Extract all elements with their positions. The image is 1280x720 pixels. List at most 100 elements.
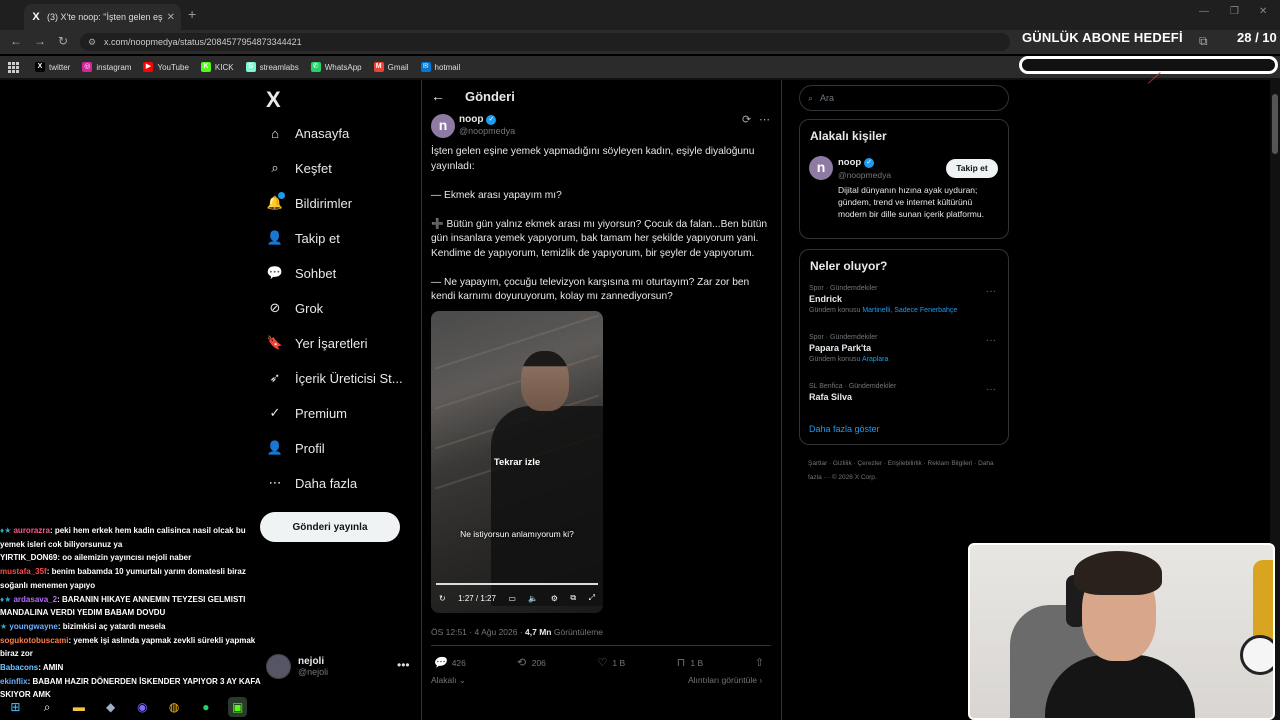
sidebar-item[interactable]: ⊘ Grok	[266, 299, 324, 317]
close-tab-icon[interactable]: ✕	[167, 12, 175, 23]
chrome-icon[interactable]: ◍	[165, 697, 184, 717]
person-handle[interactable]: @noopmedya	[838, 170, 891, 180]
minimize-icon[interactable]: —	[1199, 6, 1209, 17]
repost-button[interactable]: ⟲ 206	[518, 656, 546, 669]
sidebar-item[interactable]: ⋯ Daha fazla	[266, 474, 358, 492]
browser-tab[interactable]: X (3) X'te noop: "İşten gelen eşine ✕	[24, 4, 181, 30]
video-player[interactable]: Tekrar izle Ne istiyorsun anlamıyorum ki…	[431, 311, 603, 613]
reload-icon[interactable]: ↻	[58, 34, 68, 48]
bookmark-item[interactable]: ✉ hotmail	[420, 62, 460, 72]
share-button[interactable]: ⇧	[755, 656, 769, 669]
view-quotes-link[interactable]: Alıntıları görüntüle ›	[688, 675, 762, 685]
file-explorer-icon[interactable]: ▬	[70, 697, 89, 717]
post-paragraph: İşten gelen eşine yemek yapmadığını söyl…	[431, 146, 755, 172]
discord-icon[interactable]: ◉	[133, 697, 152, 717]
heart-icon: ♡	[597, 657, 608, 669]
sort-replies-dropdown[interactable]: Alakalı ⌄	[431, 675, 466, 686]
back-icon[interactable]: ←	[10, 34, 22, 48]
settings-icon[interactable]: ⚙	[551, 594, 558, 603]
bookmark-item[interactable]: Xtwitter	[35, 62, 70, 72]
avatar[interactable]: n	[431, 114, 455, 138]
sidebar-item[interactable]: 🔔 Bildirimler	[266, 192, 352, 212]
author-handle[interactable]: @noopmedya	[459, 126, 515, 136]
trend-item[interactable]: Spor · Gündemdekiler Endrick Gündem konusu…	[809, 285, 957, 314]
bookmark-count: 1 B	[690, 657, 704, 668]
trend-related-link[interactable]: Martinelli, Sadece Fenerbahçe	[862, 307, 957, 314]
site-info-icon[interactable]: ⚙	[88, 33, 96, 51]
address-bar[interactable]: ⚙ x.com/noopmedya/status/208457795487334…	[80, 33, 1010, 51]
bookmark-item[interactable]: K KICK	[200, 62, 234, 72]
notification-dot	[278, 192, 285, 199]
avatar[interactable]: n	[809, 156, 833, 180]
sidebar-item[interactable]: 🔖 Yer İşaretleri	[266, 334, 368, 352]
sidebar-item[interactable]: ➶ İçerik Üreticisi St...	[266, 369, 403, 387]
trend-more-icon[interactable]: ···	[986, 384, 996, 395]
show-more-link[interactable]: Daha fazla göster	[809, 424, 880, 434]
footer-links[interactable]: Şartlar · Gizlilik · Çerezler · Erişileb…	[808, 457, 1008, 485]
apps-grid-icon[interactable]	[8, 61, 19, 73]
views-label: Görüntüleme	[551, 627, 603, 637]
sidebar-item[interactable]: ⌕ Keşfet	[266, 159, 332, 177]
replay-icon[interactable]: ↻	[439, 594, 446, 603]
sidebar-item[interactable]: 👤 Profil	[266, 439, 325, 457]
sidebar-item[interactable]: 💬 Sohbet	[266, 264, 336, 282]
person-name[interactable]: noop ✓	[838, 157, 875, 168]
bookmark-item[interactable]: M Gmail	[373, 62, 409, 72]
replay-button[interactable]: Tekrar izle	[431, 457, 603, 468]
post-button[interactable]: Gönderi yayınla	[260, 512, 400, 542]
app-icon[interactable]: ◆	[101, 697, 120, 717]
bookmark-button[interactable]: ⊓ 1 B	[677, 656, 703, 669]
card-title: Neler oluyor?	[810, 259, 888, 273]
search-icon[interactable]: ⌕	[38, 697, 57, 717]
reply-button[interactable]: 💬 426	[433, 656, 466, 669]
back-arrow-icon[interactable]: ←	[431, 88, 445, 104]
like-button[interactable]: ♡ 1 B	[598, 656, 626, 669]
post-time[interactable]: ÖS 12:51 · 4 Ağu 2026 ·	[431, 627, 525, 637]
sidebar-item[interactable]: 👤 Takip et	[266, 229, 340, 247]
new-tab-button[interactable]: +	[188, 6, 196, 22]
captions-icon[interactable]: ▭	[508, 594, 516, 603]
bookmark-label: twitter	[49, 62, 71, 72]
follow-button[interactable]: Takip et	[946, 159, 998, 178]
trend-more-icon[interactable]: ···	[986, 286, 996, 297]
maximize-icon[interactable]: ❐	[1230, 6, 1239, 17]
trend-context: Gündem konusu Martinelli, Sadece Fenerba…	[809, 307, 957, 314]
creator-studio-icon: ➶	[269, 370, 281, 385]
trend-item[interactable]: Spor · Gündemdekiler Papara Park'ta Gündem…	[809, 334, 888, 363]
trend-related-link[interactable]: Araplara	[862, 356, 888, 363]
search-placeholder: Ara	[820, 93, 835, 103]
trend-category: SL Benfica · Gündemdekiler	[809, 383, 897, 390]
account-switcher[interactable]: nejoli @nejoli	[266, 654, 328, 679]
post-author[interactable]: noop ✓	[459, 114, 497, 125]
taskbar: ⊞ ⌕ ▬ ◆ ◉ ◍ ● ▣	[0, 694, 260, 720]
video-frame	[521, 351, 569, 411]
bookmark-item[interactable]: ✆ WhatsApp	[310, 62, 362, 72]
account-more-icon[interactable]: •••	[397, 658, 410, 672]
bookmark-label: streamlabs	[259, 62, 299, 72]
bookmark-item[interactable]: ▶ YouTube	[143, 62, 189, 72]
trend-more-icon[interactable]: ···	[986, 335, 996, 346]
spotify-icon[interactable]: ●	[197, 697, 216, 717]
more-options-icon[interactable]: ⋯	[759, 113, 770, 126]
windows-start-icon[interactable]: ⊞	[6, 697, 25, 717]
x-logo-icon[interactable]: X	[266, 87, 281, 113]
bookmark-item[interactable]: ◎ instagram	[82, 62, 131, 72]
extensions-icon[interactable]: ⧉	[1199, 34, 1208, 49]
video-progress-bar[interactable]	[436, 583, 598, 585]
avatar	[266, 654, 291, 679]
sidebar-item-label: Premium	[295, 405, 348, 421]
sidebar-item[interactable]: ⌂ Anasayfa	[266, 124, 349, 142]
streamlabs-icon[interactable]: ▣	[228, 697, 247, 717]
view-quotes-label: Alıntıları görüntüle	[688, 675, 757, 685]
close-window-icon[interactable]: ✕	[1259, 6, 1267, 17]
pip-icon[interactable]: ⧉	[570, 593, 576, 603]
volume-icon[interactable]: 🔈	[528, 594, 538, 603]
forward-icon[interactable]: →	[34, 34, 46, 48]
sidebar-item[interactable]: ✓ Premium	[266, 404, 347, 422]
chat-username: mustafa_35f	[0, 567, 47, 577]
trend-item[interactable]: SL Benfica · Gündemdekiler Rafa Silva	[809, 383, 896, 405]
grok-icon[interactable]: ⟳	[742, 113, 751, 126]
search-input[interactable]: ⌕ Ara	[799, 85, 1009, 111]
fullscreen-icon[interactable]: ⤢	[589, 593, 595, 603]
bookmark-item[interactable]: Sstreamlabs	[245, 62, 299, 72]
